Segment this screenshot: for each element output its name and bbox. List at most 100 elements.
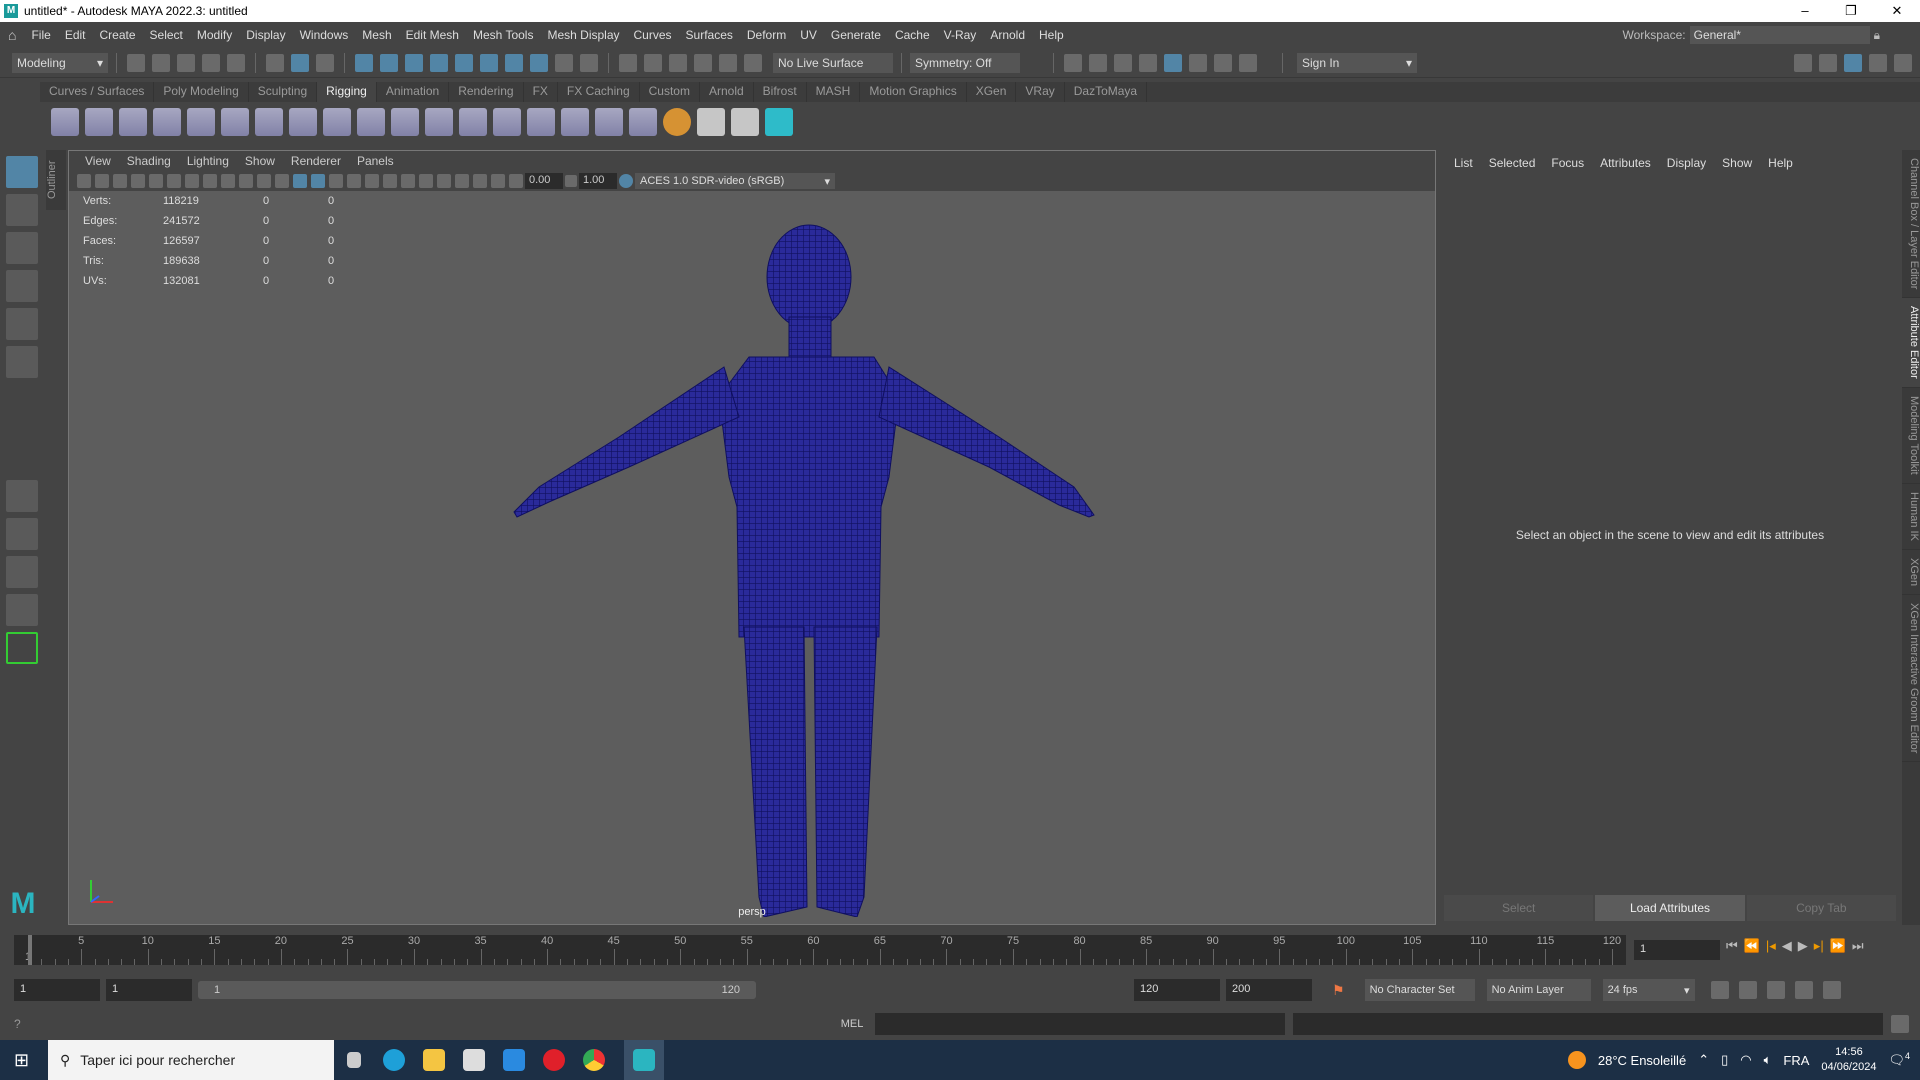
- menu-surfaces[interactable]: Surfaces: [679, 28, 740, 42]
- persp-outliner-layout-icon[interactable]: [6, 556, 38, 588]
- select-dynamics-icon[interactable]: [480, 53, 498, 72]
- skull-icon[interactable]: [731, 108, 759, 136]
- skeleton-icon[interactable]: [697, 108, 725, 136]
- use-all-lights-icon[interactable]: [347, 174, 361, 188]
- opera-icon[interactable]: [534, 1040, 574, 1080]
- human-ik-icon[interactable]: [1819, 53, 1837, 72]
- select-button[interactable]: Select: [1444, 895, 1594, 921]
- weather-text[interactable]: 28°C Ensoleillé: [1598, 1053, 1686, 1068]
- light-editor-icon[interactable]: [1214, 53, 1232, 72]
- cluster-icon[interactable]: [629, 108, 657, 136]
- menu-modify[interactable]: Modify: [190, 28, 239, 42]
- select-rendering-icon[interactable]: [505, 53, 523, 72]
- viewport-menu-renderer[interactable]: Renderer: [283, 154, 349, 168]
- snap-projected-center-icon[interactable]: [694, 53, 712, 72]
- select-handles-icon[interactable]: [355, 53, 373, 72]
- attr-menu-attributes[interactable]: Attributes: [1592, 156, 1659, 170]
- viewport-persp[interactable]: View Shading Lighting Show Renderer Panels 0.…: [68, 150, 1436, 925]
- image-plane-icon[interactable]: [113, 174, 127, 188]
- select-surfaces-icon[interactable]: [430, 53, 448, 72]
- paint-skin-weights-icon[interactable]: [289, 108, 317, 136]
- menu-generate[interactable]: Generate: [824, 28, 888, 42]
- shelf-tab-fx[interactable]: FX: [524, 82, 558, 102]
- menu-cache[interactable]: Cache: [888, 28, 937, 42]
- human-ik-icon[interactable]: [221, 108, 249, 136]
- new-scene-icon[interactable]: [127, 53, 145, 72]
- four-view-layout-icon[interactable]: [6, 518, 38, 550]
- anim-layer-dropdown[interactable]: No Anim Layer: [1486, 979, 1591, 1001]
- script-language-toggle[interactable]: MEL: [841, 1018, 864, 1030]
- highlight-selection-icon[interactable]: [580, 53, 598, 72]
- attr-menu-show[interactable]: Show: [1714, 156, 1760, 170]
- snap-curve-icon[interactable]: [644, 53, 662, 72]
- command-input[interactable]: [875, 1013, 1286, 1035]
- loop-icon[interactable]: [1710, 981, 1729, 999]
- lattice-icon[interactable]: [323, 108, 351, 136]
- 2d-pan-zoom-icon[interactable]: [131, 174, 145, 188]
- ambient-occlusion-icon[interactable]: [383, 174, 397, 188]
- attribute-editor-toggle-icon[interactable]: [1844, 53, 1862, 72]
- character-mesh-wireframe[interactable]: [419, 217, 1099, 917]
- menu-set-dropdown[interactable]: Modeling ▾: [12, 52, 108, 73]
- lock-icon[interactable]: 🔒︎: [1874, 28, 1880, 43]
- playback-start-field[interactable]: 1: [106, 979, 192, 1001]
- volume-icon[interactable]: 🔈︎: [1764, 1052, 1772, 1068]
- menu-curves[interactable]: Curves: [627, 28, 679, 42]
- select-component-icon[interactable]: [316, 53, 334, 72]
- viewport-menu-show[interactable]: Show: [237, 154, 283, 168]
- shelf-tab-vray[interactable]: VRay: [1016, 82, 1065, 102]
- play-forwards-icon[interactable]: ▶: [1798, 938, 1808, 954]
- go-to-start-icon[interactable]: ⏮: [1726, 938, 1738, 954]
- xray-icon[interactable]: [455, 174, 469, 188]
- shelf-tab-sculpting[interactable]: Sculpting: [249, 82, 318, 102]
- help-icon[interactable]: ?: [14, 1017, 21, 1031]
- scale-constraint-icon[interactable]: [493, 108, 521, 136]
- shelf-tab-daztomaya[interactable]: DazToMaya: [1065, 82, 1148, 102]
- lock-selection-icon[interactable]: [555, 53, 573, 72]
- viewport-menu-view[interactable]: View: [77, 154, 119, 168]
- orient-joint-icon[interactable]: [119, 108, 147, 136]
- side-tab-channel-box-layer-editor[interactable]: Channel Box / Layer Editor: [1902, 150, 1920, 299]
- quick-rig-icon[interactable]: [187, 108, 215, 136]
- animation-preferences-icon[interactable]: [1794, 981, 1813, 999]
- select-object-icon[interactable]: [291, 53, 309, 72]
- load-attributes-button[interactable]: Load Attributes: [1595, 895, 1745, 921]
- shelf-tab-animation[interactable]: Animation: [377, 82, 450, 102]
- outliner-tab[interactable]: Outliner: [46, 150, 66, 210]
- smooth-shade-icon[interactable]: [311, 174, 325, 188]
- menu-mesh-tools[interactable]: Mesh Tools: [466, 28, 540, 42]
- pole-vector-constraint-icon[interactable]: [561, 108, 589, 136]
- mail-icon[interactable]: [494, 1040, 534, 1080]
- rotate-tool-icon[interactable]: [6, 308, 38, 340]
- create-joints-icon[interactable]: [51, 108, 79, 136]
- save-scene-icon[interactable]: [177, 53, 195, 72]
- shadows-icon[interactable]: [365, 174, 379, 188]
- shelf-tab-curves-surfaces[interactable]: Curves / Surfaces: [40, 82, 155, 102]
- live-surface-field[interactable]: No Live Surface: [773, 52, 893, 73]
- menu-mesh[interactable]: Mesh: [355, 28, 398, 42]
- point-constraint-icon[interactable]: [425, 108, 453, 136]
- shelf-tab-poly-modeling[interactable]: Poly Modeling: [154, 82, 249, 102]
- shelf-tab-bifrost[interactable]: Bifrost: [754, 82, 807, 102]
- bind-skin-icon[interactable]: [255, 108, 283, 136]
- cache-playback-icon[interactable]: [1738, 981, 1757, 999]
- current-time-indicator[interactable]: [28, 935, 32, 965]
- menu-help[interactable]: Help: [1032, 28, 1071, 42]
- menu-uv[interactable]: UV: [793, 28, 824, 42]
- side-tab-xgen-interactive-groom-editor[interactable]: XGen Interactive Groom Editor: [1902, 595, 1920, 763]
- paint-select-tool-icon[interactable]: [6, 232, 38, 264]
- single-perspective-view-icon[interactable]: [6, 480, 38, 512]
- close-button[interactable]: ✕: [1874, 0, 1920, 22]
- color-management-toggle-icon[interactable]: [619, 174, 633, 188]
- home-icon[interactable]: ⌂: [0, 27, 24, 43]
- auto-key-icon[interactable]: ⚑: [1332, 982, 1345, 999]
- make-live-icon[interactable]: [744, 53, 762, 72]
- viewport-menu-panels[interactable]: Panels: [349, 154, 402, 168]
- shelf-tab-fx-caching[interactable]: FX Caching: [558, 82, 640, 102]
- battery-icon[interactable]: ▯: [1721, 1052, 1728, 1068]
- select-tool-icon[interactable]: [6, 156, 38, 188]
- safe-action-icon[interactable]: [257, 174, 271, 188]
- go-to-end-icon[interactable]: ⏭: [1852, 938, 1864, 954]
- menu-windows[interactable]: Windows: [293, 28, 356, 42]
- move-tool-icon[interactable]: [6, 270, 38, 302]
